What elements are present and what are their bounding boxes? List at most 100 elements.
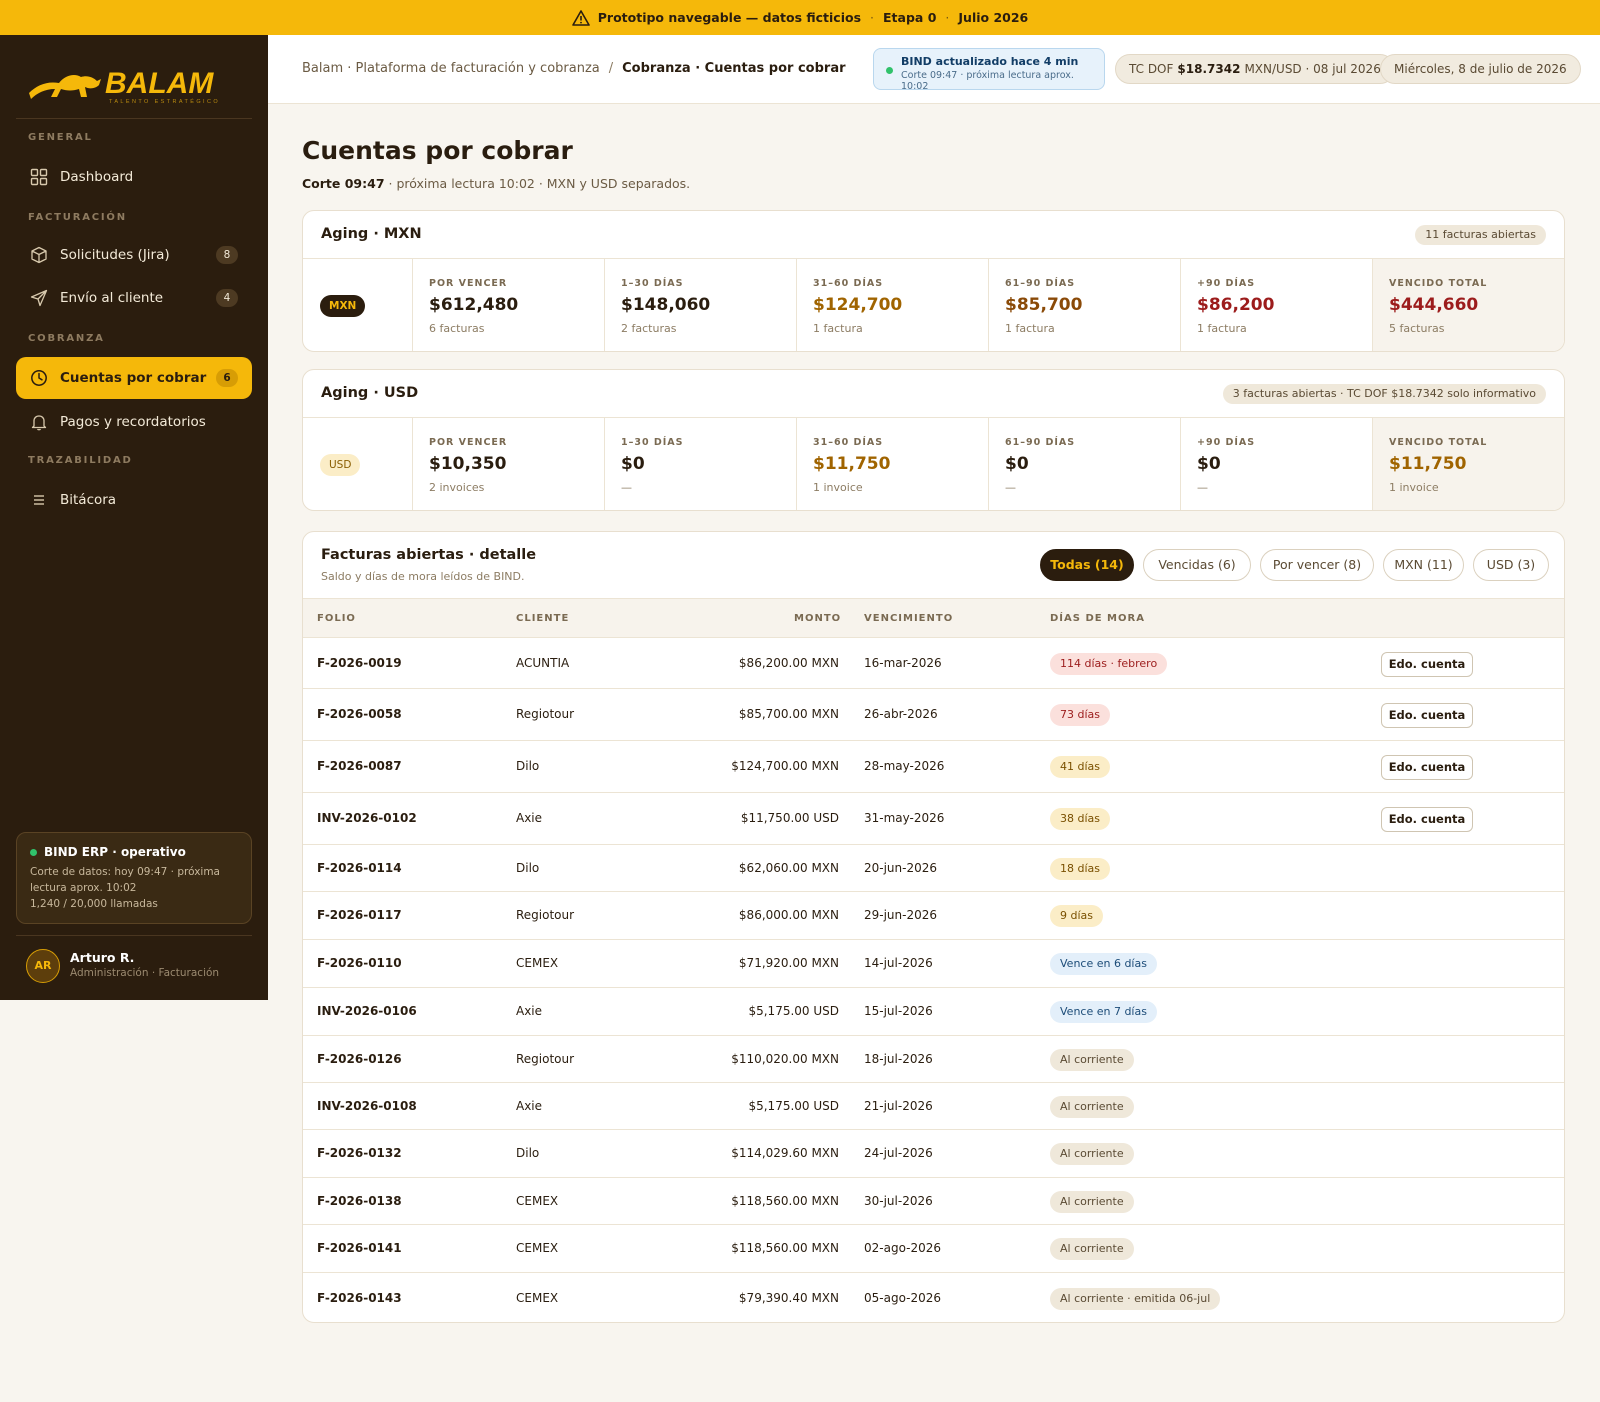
filter-todas[interactable]: Todas (14) [1040, 549, 1134, 581]
aging-usd-card: Aging · USD 3 facturas abiertas · TC DOF… [302, 369, 1565, 511]
cell-cliente: Regiotour [516, 1052, 575, 1066]
bucket-label: POR VENCER [429, 278, 508, 289]
cell-cliente: CEMEX [516, 1241, 559, 1255]
mora-badge: 73 días [1050, 704, 1111, 726]
top-bar: Balam · Plataforma de facturación y cobr… [268, 35, 1600, 104]
sidebar-item-pagos[interactable]: Pagos y recordatorios [16, 401, 252, 443]
table-row[interactable]: F-2026-0126 Regiotour $110,020.00 MXN 18-ju… [303, 1036, 1564, 1083]
table-row[interactable]: F-2026-0087 Dilo $124,700.00 MXN 28-may-202… [303, 741, 1564, 793]
cell-cliente: Dilo [516, 759, 540, 773]
bind-status-calls: 1,240 / 20,000 llamadas [30, 898, 158, 910]
table-row[interactable]: F-2026-0058 Regiotour $85,700.00 MXN 26-abr… [303, 689, 1564, 741]
balam-logo[interactable]: BALAM TALENTO ESTRATÉGICO [27, 63, 222, 105]
table-row[interactable]: F-2026-0117 Regiotour $86,000.00 MXN 29-jun… [303, 892, 1564, 940]
table-row[interactable]: F-2026-0138 CEMEX $118,560.00 MXN 30-jul-20… [303, 1178, 1564, 1225]
bucket-label: +90 DÍAS [1197, 437, 1256, 448]
cell-vencimiento: 14-jul-2026 [864, 956, 933, 970]
bucket-label: 61–90 DÍAS [1005, 437, 1076, 448]
cell-folio: INV-2026-0102 [317, 811, 417, 825]
cell-cliente: Dilo [516, 1146, 540, 1160]
account-statement-button[interactable]: Edo. cuenta [1381, 755, 1473, 780]
status-dot-icon [30, 848, 37, 856]
mora-badge: Al corriente [1050, 1049, 1134, 1071]
cell-folio: F-2026-0087 [317, 759, 402, 773]
table-row[interactable]: F-2026-0114 Dilo $62,060.00 MXN 20-jun-2026… [303, 845, 1564, 892]
table-row[interactable]: INV-2026-0106 Axie $5,175.00 USD 15-jul-202… [303, 988, 1564, 1036]
mora-badge: Vence en 6 días [1050, 953, 1157, 975]
bucket-value: $86,200 [1197, 295, 1275, 315]
date-pill: Miércoles, 8 de julio de 2026 [1380, 54, 1581, 84]
breadcrumb-root[interactable]: Balam · Plataforma de facturación y cobr… [302, 61, 600, 76]
cell-cliente: Regiotour [516, 908, 575, 922]
avatar[interactable]: AR [26, 949, 60, 983]
bucket-label: +90 DÍAS [1197, 278, 1256, 289]
bind-status-detail: Corte de datos: hoy 09:47 · próxima lect… [30, 866, 220, 894]
table-row[interactable]: INV-2026-0102 Axie $11,750.00 USD 31-may-20… [303, 793, 1564, 845]
section-general: GENERAL [28, 132, 93, 143]
aging-bucket: 1–30 DÍAS $0 — [605, 418, 797, 510]
box-icon [31, 246, 47, 264]
table-row[interactable]: INV-2026-0108 Axie $5,175.00 USD 21-jul-202… [303, 1083, 1564, 1130]
table-row[interactable]: F-2026-0141 CEMEX $118,560.00 MXN 02-ago-20… [303, 1225, 1564, 1273]
detail-subtitle: Saldo y días de mora leídos de BIND. [321, 570, 525, 583]
open-invoices-card: Facturas abiertas · detalle Saldo y días… [302, 531, 1565, 1323]
bucket-count: 1 factura [1005, 322, 1055, 335]
cell-cliente: Axie [516, 1099, 543, 1113]
filter-mxn[interactable]: MXN (11) [1383, 549, 1464, 581]
currency-badge: USD [320, 454, 361, 476]
table-row[interactable]: F-2026-0132 Dilo $114,029.60 MXN 24-jul-202… [303, 1130, 1564, 1178]
bind-sync-title: BIND actualizado hace 4 min [901, 55, 1079, 68]
filter-usd[interactable]: USD (3) [1473, 549, 1549, 581]
bucket-count: — [1197, 481, 1208, 494]
column-header-cliente[interactable]: CLIENTE [516, 613, 569, 624]
breadcrumb-separator: / [608, 61, 614, 76]
sidebar-item-bitacora[interactable]: Bitácora [16, 479, 252, 521]
mora-badge: 41 días [1050, 756, 1111, 778]
aging-bucket: POR VENCER $10,350 2 invoices [413, 418, 605, 510]
cell-cliente: Regiotour [516, 707, 575, 721]
cell-vencimiento: 15-jul-2026 [864, 1004, 933, 1018]
column-header-dias-mora[interactable]: DÍAS DE MORA [1050, 613, 1145, 624]
bucket-label: 1–30 DÍAS [621, 278, 684, 289]
filter-por-vencer[interactable]: Por vencer (8) [1260, 549, 1374, 581]
cell-vencimiento: 29-jun-2026 [864, 908, 938, 922]
status-dot-icon [886, 67, 893, 74]
clock-icon [31, 370, 47, 386]
banner-separator: · [945, 10, 950, 25]
column-header-folio[interactable]: FOLIO [317, 613, 356, 624]
sidebar-item-cuentas-por-cobrar[interactable]: Cuentas por cobrar 6 [16, 357, 252, 399]
sidebar-item-solicitudes[interactable]: Solicitudes (Jira) 8 [16, 234, 252, 276]
banner-stage: Etapa 0 [883, 10, 937, 25]
cell-folio: F-2026-0110 [317, 956, 402, 970]
mora-badge: Al corriente [1050, 1096, 1134, 1118]
account-statement-button[interactable]: Edo. cuenta [1381, 652, 1473, 677]
cell-monto: $114,029.60 MXN [731, 1146, 839, 1160]
cell-folio: F-2026-0138 [317, 1194, 402, 1208]
bind-sync-status: BIND actualizado hace 4 min Corte 09:47 … [873, 48, 1105, 92]
tc-detail: MXN/USD · 08 jul 2026 [1244, 62, 1381, 76]
account-statement-button[interactable]: Edo. cuenta [1381, 807, 1473, 832]
sidebar-item-dashboard[interactable]: Dashboard [16, 156, 252, 198]
table-row[interactable]: F-2026-0019 ACUNTIA $86,200.00 MXN 16-mar-2… [303, 638, 1564, 689]
cell-vencimiento: 30-jul-2026 [864, 1194, 933, 1208]
sidebar-item-envio[interactable]: Envío al cliente 4 [16, 277, 252, 319]
sidebar: BALAM TALENTO ESTRATÉGICO GENERAL Dashbo… [0, 35, 268, 1000]
column-header-monto[interactable]: MONTO [794, 613, 841, 624]
divider [16, 118, 252, 119]
banner-period: Julio 2026 [958, 10, 1029, 25]
sidebar-item-label: Envío al cliente [60, 290, 164, 306]
filter-vencidas[interactable]: Vencidas (6) [1143, 549, 1251, 581]
breadcrumb: Balam · Plataforma de facturación y cobr… [302, 61, 846, 76]
jaguar-icon [29, 75, 101, 99]
aging-bucket: 61–90 DÍAS $0 — [989, 418, 1181, 510]
column-header-vencimiento[interactable]: VENCIMIENTO [864, 613, 953, 624]
count-badge: 6 [216, 369, 238, 387]
bucket-value: $612,480 [429, 295, 519, 315]
cell-cliente: CEMEX [516, 956, 559, 970]
table-row[interactable]: F-2026-0110 CEMEX $71,920.00 MXN 14-jul-202… [303, 940, 1564, 988]
mora-badge: Al corriente [1050, 1238, 1134, 1260]
bucket-count: 1 invoice [1389, 481, 1439, 494]
account-statement-button[interactable]: Edo. cuenta [1381, 703, 1473, 728]
banner-title: Prototipo navegable — datos ficticios [597, 10, 862, 25]
table-row[interactable]: F-2026-0143 CEMEX $79,390.40 MXN 05-ago-202… [303, 1273, 1564, 1322]
